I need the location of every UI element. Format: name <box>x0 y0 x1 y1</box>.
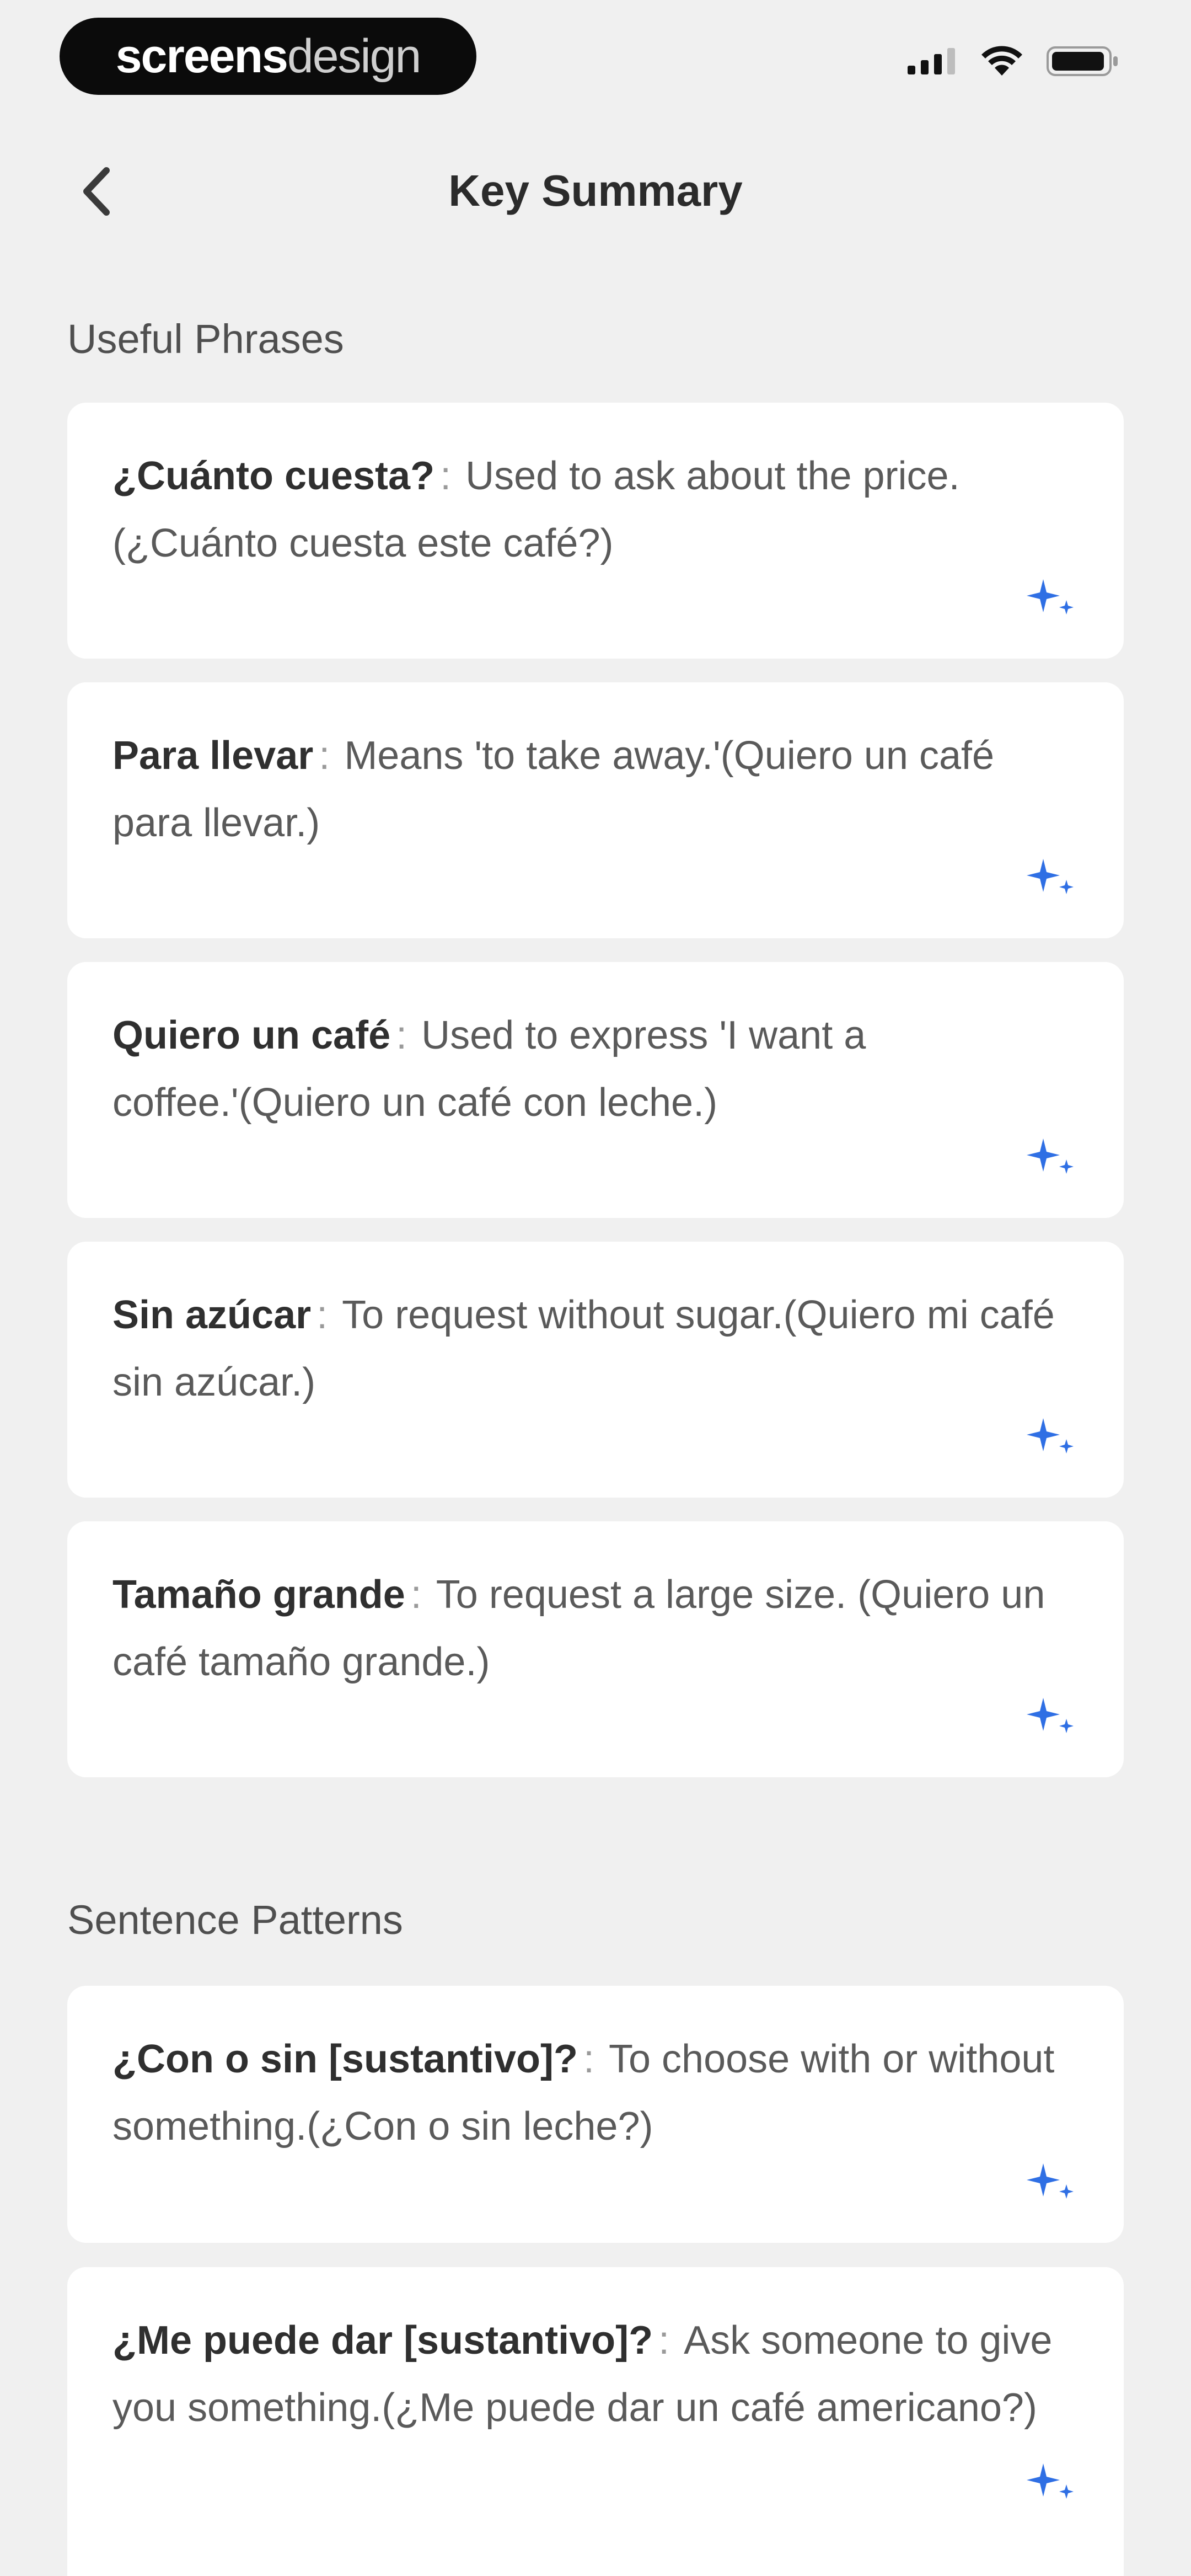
sparkle-icon[interactable] <box>1024 2162 1077 2204</box>
sparkle-icon[interactable] <box>1024 858 1077 900</box>
brand-logo-part1: screens <box>115 29 288 83</box>
phrase-card[interactable]: ¿Cuánto cuesta?: Used to ask about the pr… <box>67 403 1124 659</box>
battery-icon <box>1047 46 1118 76</box>
brand-logo-part2: design <box>287 29 421 83</box>
brand-logo: screens design <box>60 18 476 95</box>
card-separator: : <box>319 734 330 778</box>
card-term: ¿Me puede dar [sustantivo]? <box>112 2318 653 2363</box>
section-title-sentence-patterns: Sentence Patterns <box>67 1897 403 1943</box>
card-text: Para llevar: Means 'to take away.'(Quiero… <box>112 722 1077 857</box>
sparkle-icon[interactable] <box>1024 1697 1077 1739</box>
card-separator: : <box>583 2037 594 2081</box>
card-term: Tamaño grande <box>112 1573 405 1617</box>
card-term: Quiero un café <box>112 1013 391 1057</box>
wifi-icon <box>981 46 1022 76</box>
card-separator: : <box>396 1013 407 1057</box>
card-text: Quiero un café: Used to express 'I want a… <box>112 1002 1077 1136</box>
sparkle-icon[interactable] <box>1024 578 1077 620</box>
sparkle-icon[interactable] <box>1024 2462 1077 2504</box>
card-term: ¿Con o sin [sustantivo]? <box>112 2037 578 2081</box>
card-separator: : <box>658 2318 670 2363</box>
card-text: ¿Con o sin [sustantivo]?: To choose with … <box>112 2025 1077 2160</box>
screen: screens design Key Summary Useful Phrase… <box>0 0 1191 2576</box>
phrase-card[interactable]: Quiero un café: Used to express 'I want a… <box>67 962 1124 1218</box>
card-separator: : <box>410 1573 422 1617</box>
card-text: Tamaño grande: To request a large size. (… <box>112 1561 1077 1696</box>
phrase-card[interactable]: Para llevar: Means 'to take away.'(Quiero… <box>67 682 1124 938</box>
sparkle-icon[interactable] <box>1024 1137 1077 1179</box>
cellular-signal-icon <box>908 48 955 74</box>
phrase-card[interactable]: Tamaño grande: To request a large size. (… <box>67 1521 1124 1777</box>
sparkle-icon[interactable] <box>1024 1417 1077 1459</box>
card-separator: : <box>440 454 452 498</box>
card-text: ¿Me puede dar [sustantivo]?: Ask someone … <box>112 2307 1077 2441</box>
card-text: ¿Cuánto cuesta?: Used to ask about the pr… <box>112 442 1077 577</box>
status-bar: screens design <box>0 0 1191 121</box>
status-icons <box>906 45 1119 77</box>
card-separator: : <box>316 1293 328 1337</box>
pattern-card[interactable]: ¿Con o sin [sustantivo]?: To choose with … <box>67 1986 1124 2243</box>
card-term: Sin azúcar <box>112 1293 312 1337</box>
card-term: ¿Cuánto cuesta? <box>112 454 435 498</box>
section-title-useful-phrases: Useful Phrases <box>67 316 344 362</box>
card-text: Sin azúcar: To request without sugar.(Qui… <box>112 1281 1077 1416</box>
card-term: Para llevar <box>112 734 314 778</box>
page-title: Key Summary <box>448 166 743 215</box>
navigation-bar: Key Summary <box>0 149 1191 237</box>
phrase-card[interactable]: Sin azúcar: To request without sugar.(Qui… <box>67 1242 1124 1498</box>
pattern-card[interactable]: ¿Me puede dar [sustantivo]?: Ask someone … <box>67 2267 1124 2576</box>
